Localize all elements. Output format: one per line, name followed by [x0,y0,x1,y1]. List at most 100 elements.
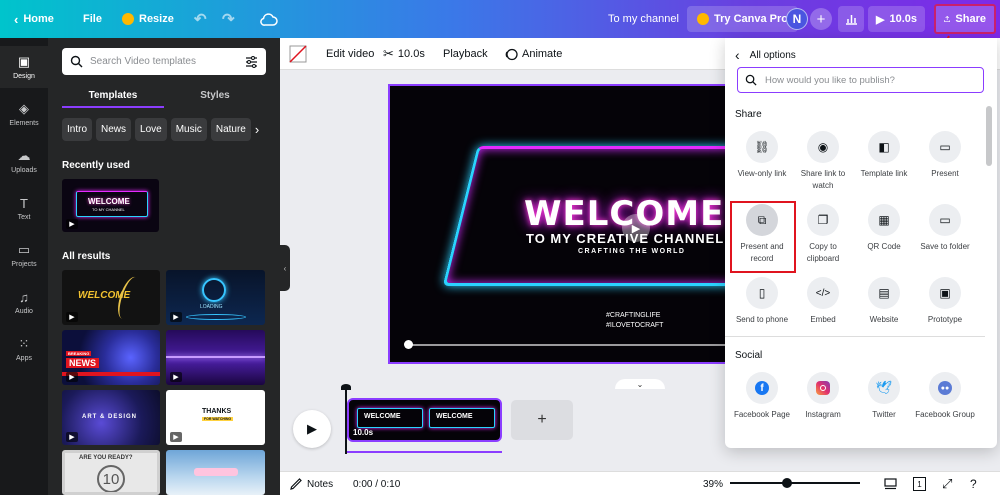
share-prototype[interactable]: ▣ Prototype [915,277,975,326]
file-menu-button[interactable]: File [75,5,110,33]
try-canva-pro-button[interactable]: Try Canva Pro [687,6,798,32]
share-facebook-page[interactable]: f Facebook Page [732,372,792,421]
template-thumb[interactable]: WELCOME ▶ [62,270,160,325]
video-progress-track[interactable] [408,344,726,346]
template-thumb[interactable]: ▶ [166,330,265,385]
chip-music[interactable]: Music [170,118,207,141]
shapes-icon: ◈ [19,101,29,116]
play-preview-button[interactable]: ▶ 10.0s [868,6,925,32]
rail-label: Uploads [11,167,37,174]
publish-search-placeholder: How would you like to publish? [765,74,895,86]
thumb-platform [186,314,246,320]
bottom-bar: Notes 0:00 / 0:10 39% 1 ⤢ ? [280,471,1000,495]
share-view-only-link[interactable]: ⛓ View-only link [732,131,792,180]
invite-button[interactable]: + [810,8,832,30]
playhead[interactable] [341,384,351,454]
share-instagram[interactable]: Instagram [793,372,853,421]
canvas-tagline-text[interactable]: CRAFTING THE WORLD [578,248,686,255]
template-thumb[interactable]: ART & DESIGN ▶ [62,390,160,445]
share-facebook-group[interactable]: ●● Facebook Group [915,372,975,421]
template-thumb[interactable]: LOADING ▶ [166,270,265,325]
redo-button[interactable]: ↷ [214,5,243,33]
add-page-button[interactable]: + [511,400,573,440]
resize-button[interactable]: Resize [114,5,182,33]
rail-item-apps[interactable]: ⁙ Apps [0,328,48,370]
rail-item-elements[interactable]: ◈ Elements [0,93,48,135]
share-button[interactable]: Share [934,4,996,34]
chip-nature[interactable]: Nature [210,118,251,141]
trim-duration-button[interactable]: ✂ 10.0s [383,38,425,70]
share-embed[interactable]: </> Embed [793,277,853,326]
save-status-button[interactable] [252,5,286,33]
share-twitter[interactable]: 🕊 Twitter [854,372,914,421]
share-option-label: View-only link [737,169,787,178]
avatar[interactable]: N [786,8,808,30]
share-present[interactable]: ▭ Present [915,131,975,180]
template-thumb[interactable]: ARE YOU READY? 10 [62,450,160,495]
zoom-slider-handle[interactable] [782,478,792,488]
canvas-play-button[interactable]: ▶ [622,214,650,242]
share-option-label: Present [931,169,959,178]
rail-item-text[interactable]: T Text [0,187,48,229]
chip-news[interactable]: News [96,118,132,141]
rail-item-audio[interactable]: ♫ Audio [0,281,48,323]
template-search-input[interactable]: Search Video templates [62,48,266,75]
chevron-down-icon[interactable]: ⌄ [615,379,665,389]
chevron-right-icon[interactable]: › [255,118,259,141]
insights-button[interactable] [838,6,864,32]
tab-styles[interactable]: Styles [164,84,266,108]
filter-icon[interactable] [245,55,258,68]
fullscreen-button[interactable]: ⤢ [942,472,952,495]
publish-search-input[interactable]: How would you like to publish? [737,67,984,93]
design-title[interactable]: To my channel [600,5,687,33]
template-thumb[interactable]: THANKS FOR WATCHING ▶ [166,390,265,445]
rail-label: Apps [16,355,32,362]
zoom-slider-track[interactable] [730,482,860,484]
rail-label: Text [17,213,31,221]
scrollbar-thumb[interactable] [986,106,992,166]
share-link-to-watch[interactable]: ◉ Share link to watch [793,131,853,192]
back-to-options-button[interactable]: ‹ All options [735,46,796,64]
template-thumb[interactable] [166,450,265,495]
share-save-to-folder[interactable]: ▭ Save to folder [915,204,975,253]
chip-love[interactable]: Love [135,118,167,141]
share-option-label: Prototype [927,315,963,324]
playback-button[interactable]: Playback [443,38,488,70]
video-progress-handle[interactable] [404,340,413,349]
present-icon: ▭ [929,131,961,163]
share-template-link[interactable]: ◧ Template link [854,131,914,180]
zoom-level[interactable]: 39% [703,472,723,495]
clip-frame: WELCOME [429,408,495,428]
search-icon [745,74,757,86]
home-button[interactable]: ‹ Home [6,5,62,33]
timeline-clip[interactable]: WELCOME WELCOME 10.0s [347,398,502,442]
background-color-button[interactable] [289,38,307,70]
page-count-button[interactable]: 1 [913,472,926,495]
folder-icon: ▭ [929,204,961,236]
timeline-play-button[interactable]: ▶ [293,410,331,448]
design-canvas[interactable]: WELCOME TO MY CREATIVE CHANNEL CRAFTING … [388,84,728,364]
share-website[interactable]: ▤ Website [854,277,914,326]
share-copy-to-clipboard[interactable]: ❐ Copy to clipboard [793,204,853,265]
music-icon: ♫ [19,289,29,305]
grid-view-button[interactable] [884,472,897,495]
undo-button[interactable]: ↶ [186,5,215,33]
category-chips: Intro News Love Music Nature › [62,118,280,141]
rail-item-projects[interactable]: ▭ Projects [0,234,48,276]
help-button[interactable]: ? [970,472,977,495]
share-qr-code[interactable]: ▦ QR Code [854,204,914,253]
chip-intro[interactable]: Intro [62,118,93,141]
collapse-panel-button[interactable]: ‹ [280,245,290,291]
tab-templates[interactable]: Templates [62,84,164,108]
prototype-icon: ▣ [929,277,961,309]
rail-item-design[interactable]: ▣ Design [0,46,48,88]
template-thumb[interactable]: BREAKING NEWS ▶ [62,330,160,385]
rail-item-uploads[interactable]: ☁ Uploads [0,140,48,182]
animate-button[interactable]: Animate [505,38,562,70]
edit-video-button[interactable]: Edit video [326,38,374,70]
recent-template-thumb[interactable]: WELCOME TO MY CHANNEL ▶ [62,179,159,232]
cloud-upload-icon: ☁ [17,148,31,163]
notes-button[interactable]: Notes [290,472,333,495]
share-send-to-phone[interactable]: ▯ Send to phone [732,277,792,326]
canvas-hashtags[interactable]: #CRAFTINGLIFE #ILOVETOCRAFT [606,311,663,331]
